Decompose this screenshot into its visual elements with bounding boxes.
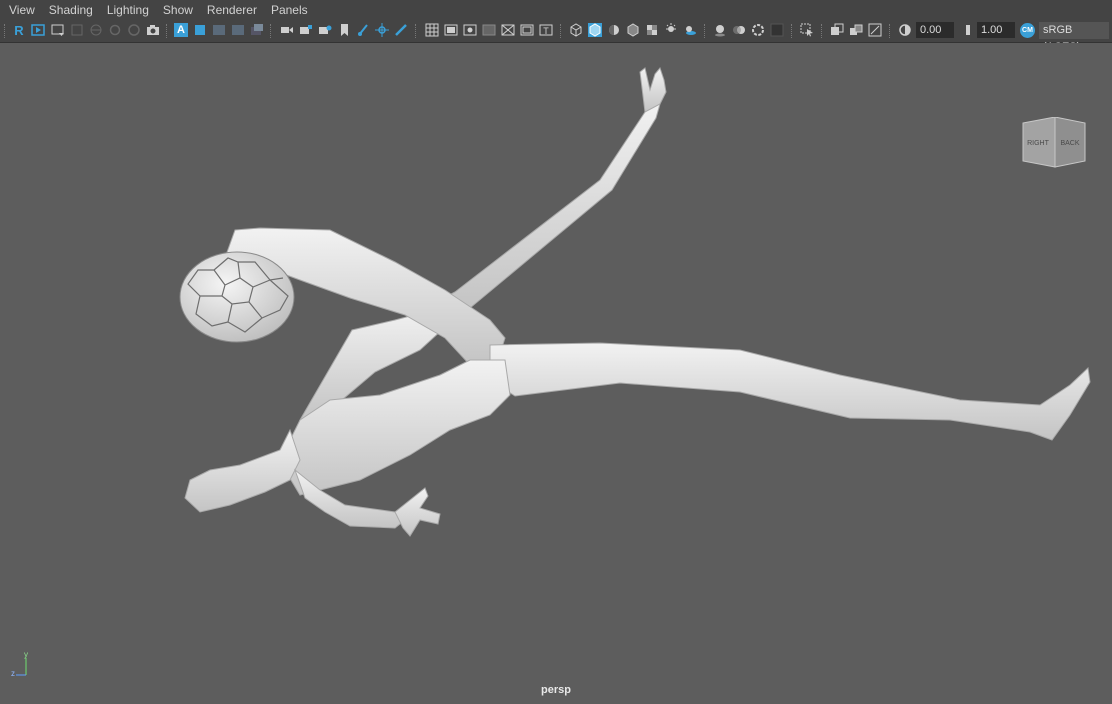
ambient-occlusion-icon[interactable]: A [174, 23, 188, 37]
image-plane-icon[interactable] [51, 23, 65, 37]
xray-active-icon[interactable] [849, 23, 863, 37]
camera-lock-icon[interactable] [299, 23, 313, 37]
toolbar-separator [704, 24, 707, 38]
wireframe-icon[interactable] [569, 23, 583, 37]
menu-view[interactable]: View [0, 0, 42, 20]
gamma-field[interactable] [977, 22, 1015, 38]
camera-attributes-icon[interactable] [193, 23, 207, 37]
film-gate-icon[interactable] [231, 23, 245, 37]
anti-aliasing-icon[interactable] [751, 23, 765, 37]
axis-indicator: y z [11, 650, 28, 678]
field-chart-icon[interactable] [501, 23, 515, 37]
maya-viewport-panel: View Shading Lighting Show Renderer Pane… [0, 0, 1112, 704]
toolbar-separator [270, 24, 273, 38]
gamma-icon[interactable] [959, 23, 973, 37]
menu-renderer[interactable]: Renderer [200, 0, 264, 20]
toolbar-separator [560, 24, 563, 38]
viewport-scene [179, 66, 1091, 537]
axis-y-label: y [24, 650, 28, 659]
smooth-shade-icon[interactable] [588, 23, 602, 37]
menu-shading[interactable]: Shading [42, 0, 100, 20]
toolbar-separator [166, 24, 169, 38]
xray-joints-icon[interactable] [356, 23, 370, 37]
viewcube[interactable]: RIGHT BACK [1021, 117, 1087, 169]
lights-icon[interactable] [664, 23, 678, 37]
toolbar-separator [4, 24, 7, 38]
shadows-icon[interactable] [683, 23, 697, 37]
viewcube-face-right[interactable]: RIGHT [1027, 140, 1050, 147]
menu-show[interactable]: Show [156, 0, 200, 20]
3d-viewport[interactable]: RIGHT BACK [0, 43, 1112, 704]
resolution-gate-icon[interactable] [250, 23, 264, 37]
video-camera-icon[interactable] [280, 23, 294, 37]
resolution-gate-display-icon[interactable] [463, 23, 477, 37]
wireframe-on-shaded-icon[interactable] [626, 23, 640, 37]
toolbar-separator [791, 24, 794, 38]
bookmark-icon[interactable] [127, 23, 141, 37]
axis-z-label: z [11, 669, 15, 678]
gate-mask-display-icon[interactable] [482, 23, 496, 37]
menu-lighting[interactable]: Lighting [100, 0, 156, 20]
xray-joints-toggle-icon[interactable] [868, 23, 882, 37]
exposure-icon[interactable] [898, 23, 912, 37]
camera-name-label: persp [541, 684, 571, 696]
exposure-field[interactable] [916, 22, 954, 38]
film-gate-display-icon[interactable] [444, 23, 458, 37]
grid-globe-icon[interactable] [89, 23, 103, 37]
default-material-icon[interactable] [607, 23, 621, 37]
textured-icon[interactable] [645, 23, 659, 37]
manipulator-icon[interactable] [375, 23, 389, 37]
panel-toolbar: R A T 0.00 1.00 CM sRGB [0, 20, 1112, 53]
xray-icon[interactable] [830, 23, 844, 37]
toolbar-separator [889, 24, 892, 38]
toolbar-separator [821, 24, 824, 38]
menu-panels[interactable]: Panels [264, 0, 315, 20]
view-transform-dropdown[interactable]: sRGB (ACES) [1039, 22, 1109, 53]
viewcube-face-back[interactable]: BACK [1060, 140, 1079, 147]
select-camera-icon[interactable] [70, 23, 84, 37]
renderer-icon[interactable]: R [12, 23, 26, 38]
playblast-icon[interactable] [31, 23, 45, 37]
depth-of-field-icon[interactable] [770, 23, 784, 37]
isolate-select-icon[interactable] [800, 23, 814, 37]
safe-title-icon[interactable]: T [539, 23, 553, 37]
grid-icon[interactable] [425, 23, 439, 37]
snapshot-camera-icon[interactable] [146, 23, 160, 37]
motion-blur-icon[interactable] [732, 23, 746, 37]
paint-brush-icon[interactable] [394, 23, 408, 37]
color-management-icon[interactable]: CM [1020, 23, 1035, 38]
isolate-icon[interactable] [337, 23, 351, 37]
soccer-ball[interactable] [179, 251, 295, 343]
toolbar-separator [415, 24, 418, 38]
camera-bookmark-icon[interactable] [318, 23, 332, 37]
screen-space-ao-icon[interactable] [713, 23, 727, 37]
svg-text:T: T [543, 26, 549, 36]
gate-mask-icon[interactable] [212, 23, 226, 37]
reload-icon[interactable] [108, 23, 122, 37]
safe-action-icon[interactable] [520, 23, 534, 37]
character-model[interactable] [184, 66, 1091, 537]
panel-menubar: View Shading Lighting Show Renderer Pane… [0, 0, 1112, 20]
